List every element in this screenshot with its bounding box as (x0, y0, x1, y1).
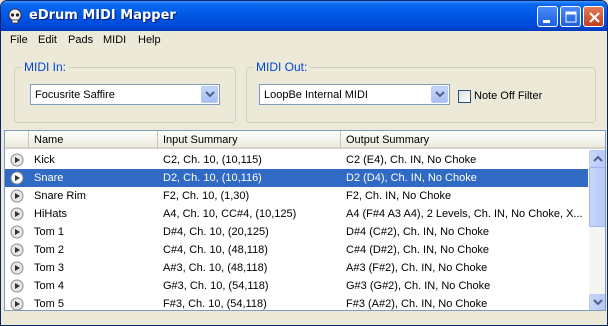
midi-out-value: LoopBe Internal MIDI (264, 89, 368, 101)
midi-out-select[interactable]: LoopBe Internal MIDI (259, 84, 450, 105)
list-header: Name Input Summary Output Summary (5, 131, 605, 149)
chevron-up-icon (593, 155, 603, 162)
list-item[interactable]: Tom 5 F#3, Ch. 10, (54,118) F#3 (A#2), Ch.… (5, 295, 588, 311)
pad-name: HiHats (34, 208, 68, 220)
close-button[interactable] (583, 6, 604, 27)
column-input-summary[interactable]: Input Summary (158, 131, 341, 149)
pad-name: Tom 1 (34, 226, 64, 238)
list-item[interactable]: Tom 1 D#4, Ch. 10, (20,125) D#4 (C#2), Ch.… (5, 223, 588, 241)
midi-in-group: MIDI In: Focusrite Saffire (14, 60, 236, 123)
input-summary: C#4, Ch. 10, (48,118) (163, 244, 268, 256)
menu-help[interactable]: Help (138, 34, 161, 46)
play-icon[interactable] (10, 207, 24, 221)
note-off-filter-label[interactable]: Note Off Filter (474, 90, 542, 102)
output-summary: F2, Ch. IN, No Choke (346, 190, 452, 202)
input-summary: F2, Ch. 10, (1,30) (163, 190, 250, 202)
input-summary: D2, Ch. 10, (10,116) (163, 172, 262, 184)
maximize-icon (565, 11, 577, 23)
chevron-down-icon (435, 91, 445, 98)
column-output-summary[interactable]: Output Summary (341, 131, 605, 149)
play-icon[interactable] (10, 171, 24, 185)
vertical-scrollbar[interactable] (589, 150, 605, 310)
scroll-up-button[interactable] (589, 150, 605, 167)
status-bar (1, 314, 607, 325)
main-window: eDrum MIDI Mapper File Edit Pads MIDI He… (0, 0, 608, 326)
list-item[interactable]: Kick C2, Ch. 10, (10,115) C2 (E4), Ch. IN,… (5, 151, 588, 169)
list-item[interactable]: Tom 2 C#4, Ch. 10, (48,118) C#4 (D#2), Ch.… (5, 241, 588, 259)
input-summary: C2, Ch. 10, (10,115) (163, 154, 262, 166)
list-item[interactable]: Snare Rim F2, Ch. 10, (1,30) F2, Ch. IN, N… (5, 187, 588, 205)
output-summary: F#3 (A#2), Ch. IN, No Choke (346, 298, 488, 310)
column-icon[interactable] (5, 131, 29, 149)
output-summary: C2 (E4), Ch. IN, No Choke (346, 154, 477, 166)
menu-bar: File Edit Pads MIDI Help (1, 31, 607, 50)
skull-icon (8, 8, 22, 24)
pad-name: Tom 4 (34, 280, 64, 292)
midi-in-label: MIDI In: (22, 60, 69, 74)
play-icon[interactable] (10, 243, 24, 257)
menu-edit[interactable]: Edit (38, 34, 57, 46)
output-summary: D2 (D4), Ch. IN, No Choke (346, 172, 477, 184)
scroll-down-button[interactable] (589, 294, 605, 310)
midi-in-dropdown-button[interactable] (201, 86, 218, 103)
title-bar[interactable]: eDrum MIDI Mapper (1, 1, 607, 31)
midi-out-group: MIDI Out: LoopBe Internal MIDI Note Off … (246, 60, 596, 123)
list-item[interactable]: Tom 4 G#3, Ch. 10, (54,118) G#3 (G#2), Ch.… (5, 277, 588, 295)
chevron-down-icon (205, 91, 215, 98)
output-summary: A4 (F#4 A3 A4), 2 Levels, Ch. IN, No Cho… (346, 208, 583, 220)
pad-name: Kick (34, 154, 55, 166)
play-icon[interactable] (10, 261, 24, 275)
play-icon[interactable] (10, 189, 24, 203)
pad-name: Snare (34, 172, 64, 184)
minimize-icon (543, 20, 550, 23)
midi-in-value: Focusrite Saffire (35, 89, 115, 101)
input-summary: G#3, Ch. 10, (54,118) (163, 280, 269, 292)
pad-list[interactable]: Name Input Summary Output Summary Kick C2… (4, 130, 606, 311)
input-summary: A#3, Ch. 10, (48,118) (163, 262, 268, 274)
output-summary: G#3 (G#2), Ch. IN, No Choke (346, 280, 491, 292)
pad-name: Snare Rim (34, 190, 86, 202)
output-summary: D#4 (C#2), Ch. IN, No Choke (346, 226, 490, 238)
column-name[interactable]: Name (29, 131, 158, 149)
menu-file[interactable]: File (10, 34, 28, 46)
output-summary: A#3 (F#2), Ch. IN, No Choke (346, 262, 488, 274)
maximize-button[interactable] (560, 6, 581, 27)
menu-pads[interactable]: Pads (68, 34, 93, 46)
play-icon[interactable] (10, 153, 24, 167)
play-icon[interactable] (10, 225, 24, 239)
note-off-filter-checkbox[interactable] (458, 90, 471, 103)
midi-in-select[interactable]: Focusrite Saffire (30, 84, 220, 105)
list-item[interactable]: Snare D2, Ch. 10, (10,116) D2 (D4), Ch. IN… (5, 169, 588, 187)
play-icon[interactable] (10, 279, 24, 293)
window-title: eDrum MIDI Mapper (29, 8, 176, 23)
list-item[interactable]: HiHats A4, Ch. 10, CC#4, (10,125) A4 (F#4 … (5, 205, 588, 223)
close-icon (589, 12, 600, 23)
pad-name: Tom 2 (34, 244, 64, 256)
input-summary: A4, Ch. 10, CC#4, (10,125) (163, 208, 297, 220)
midi-out-label: MIDI Out: (254, 60, 310, 74)
input-summary: F#3, Ch. 10, (54,118) (163, 298, 267, 310)
chevron-down-icon (593, 299, 603, 306)
midi-out-dropdown-button[interactable] (431, 86, 448, 103)
output-summary: C#4 (D#2), Ch. IN, No Choke (346, 244, 490, 256)
minimize-button[interactable] (537, 6, 558, 27)
pad-name: Tom 3 (34, 262, 64, 274)
scroll-thumb[interactable] (589, 167, 605, 227)
input-summary: D#4, Ch. 10, (20,125) (163, 226, 269, 238)
play-icon[interactable] (10, 297, 24, 311)
list-item[interactable]: Tom 3 A#3, Ch. 10, (48,118) A#3 (F#2), Ch.… (5, 259, 588, 277)
menu-midi[interactable]: MIDI (103, 34, 126, 46)
pad-name: Tom 5 (34, 298, 64, 310)
